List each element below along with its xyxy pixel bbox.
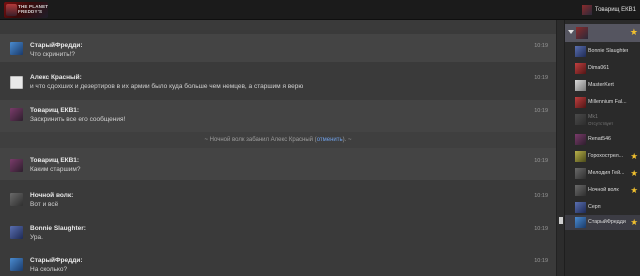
message-text: Каким старшим? — [30, 166, 81, 173]
user-avatar — [575, 46, 586, 57]
message-avatar[interactable] — [10, 159, 23, 172]
message-time: 10:19 — [534, 43, 548, 49]
ban-text-end: ). ~ — [342, 137, 352, 143]
user-name: Millennium Fal... — [588, 99, 627, 105]
user-list-item[interactable]: Renat546 — [565, 132, 640, 147]
user-name: Mk1 — [588, 114, 599, 120]
user-list-sidebar: ★ Bonnie Slaughter Dima061 MasterKert Mi… — [564, 20, 640, 276]
user-avatar — [575, 97, 586, 108]
user-list-item[interactable]: MasterKert — [565, 78, 640, 93]
message-time: 10:19 — [534, 158, 548, 164]
message-author[interactable]: СтарыйФредди: — [30, 42, 83, 49]
chevron-down-icon[interactable] — [568, 30, 574, 34]
chat-message: СтарыйФредди: На сколько? 10:19 — [0, 250, 556, 276]
user-name: Ночной волк — [588, 187, 619, 193]
chat-log[interactable]: СтарыйФредди: Что скринить!? 10:19 Алекс… — [0, 20, 556, 276]
user-avatar — [575, 151, 586, 162]
user-name: MasterKert — [588, 82, 614, 88]
message-avatar[interactable] — [10, 76, 23, 89]
chat-message: Ночной волк: Вот и всё 10:19 — [0, 184, 556, 212]
message-text: Что скринить!? — [30, 51, 76, 58]
message-author[interactable]: Товарищ ЕКВ1: — [30, 157, 79, 164]
undo-ban-link[interactable]: отменить — [317, 137, 343, 143]
chat-message: Товарищ ЕКВ1: Заскринить все его сообщен… — [0, 100, 556, 132]
user-status: Отсутствует — [588, 121, 614, 126]
message-author[interactable]: Товарищ ЕКВ1: — [30, 107, 79, 114]
star-icon: ★ — [630, 151, 638, 161]
chat-message: Bonnie Slaughter: Ура. 10:19 — [0, 218, 556, 246]
message-avatar[interactable] — [10, 42, 23, 55]
self-avatar — [576, 27, 588, 39]
message-avatar[interactable] — [10, 193, 23, 206]
user-list-item-away[interactable]: Mk1 Отсутствует — [565, 112, 640, 130]
user-avatar — [575, 63, 586, 74]
message-author[interactable]: Ночной волк: — [30, 192, 73, 199]
ban-text: ~ Ночной волк забанил Алекс Красный ( — [204, 137, 317, 143]
user-avatar — [575, 114, 586, 125]
user-avatar — [575, 134, 586, 145]
current-user[interactable]: Товарищ ЕКВ1 — [581, 4, 636, 16]
user-list-item[interactable]: Dima061 — [565, 61, 640, 76]
user-avatar — [575, 168, 586, 179]
user-name: Горохострел... — [588, 153, 624, 159]
message-time: 10:19 — [534, 193, 548, 199]
message-text: Вот и всё — [30, 201, 59, 208]
user-avatar — [575, 185, 586, 196]
current-user-avatar — [581, 5, 592, 15]
chat-message: СтарыйФредди: Что скринить!? 10:19 — [0, 34, 556, 62]
message-text: На сколько? — [30, 266, 68, 273]
star-icon: ★ — [630, 217, 638, 227]
user-list-item[interactable]: Мелодия Гей... ★ — [565, 166, 640, 181]
chat-message: Алекс Красный: и что сдохших и дезертиро… — [0, 68, 556, 98]
message-time: 10:19 — [534, 226, 548, 232]
current-user-name: Товарищ ЕКВ1 — [594, 7, 636, 13]
self-user-entry[interactable]: ★ — [565, 24, 640, 42]
message-author[interactable]: Bonnie Slaughter: — [30, 225, 86, 232]
star-icon: ★ — [630, 185, 638, 195]
user-list-item[interactable]: Ночной волк ★ — [565, 183, 640, 198]
message-time: 10:19 — [534, 258, 548, 264]
wiki-logo[interactable]: THE PLANET FREDDY'S — [4, 2, 48, 18]
message-avatar[interactable] — [10, 108, 23, 121]
user-avatar — [575, 217, 586, 228]
user-list-item[interactable]: Bonnie Slaughter — [565, 44, 640, 59]
scrollbar-thumb[interactable] — [559, 217, 563, 224]
user-list-item[interactable]: Горохострел... ★ — [565, 149, 640, 164]
message-avatar[interactable] — [10, 258, 23, 271]
star-icon: ★ — [630, 168, 638, 178]
user-name: Renat546 — [588, 136, 611, 142]
message-text: Заскринить все его сообщения! — [30, 116, 126, 123]
logo-character-image — [6, 4, 17, 16]
user-list-item[interactable]: Millennium Fal... — [565, 95, 640, 110]
user-name: Dima061 — [588, 65, 610, 71]
user-list-item[interactable]: Серп — [565, 200, 640, 215]
chat-scrollbar[interactable] — [556, 20, 564, 276]
message-time: 10:19 — [534, 75, 548, 81]
message-avatar[interactable] — [10, 226, 23, 239]
user-list-item-selected[interactable]: СтарыйФредди ★ — [565, 215, 640, 230]
star-icon: ★ — [629, 27, 638, 37]
user-avatar — [575, 202, 586, 213]
user-name: Мелодия Гей... — [588, 170, 625, 176]
message-text: Ура. — [30, 234, 43, 241]
message-time: 10:19 — [534, 108, 548, 114]
chat-header: THE PLANET FREDDY'S Товарищ ЕКВ1 — [0, 0, 640, 20]
user-name: Bonnie Slaughter — [588, 48, 628, 54]
ban-notification: ~ Ночной волк забанил Алекс Красный (отм… — [0, 132, 556, 148]
chat-message: Товарищ ЕКВ1: Каким старшим? 10:19 — [0, 148, 556, 180]
user-name: Серп — [588, 204, 601, 210]
message-author[interactable]: СтарыйФредди: — [30, 257, 83, 264]
message-text: и что сдохших и дезертиров в их армии бы… — [30, 83, 304, 90]
user-name: СтарыйФредди — [588, 219, 626, 225]
user-avatar — [575, 80, 586, 91]
message-author[interactable]: Алекс Красный: — [30, 74, 82, 81]
logo-text: THE PLANET FREDDY'S — [18, 4, 48, 14]
